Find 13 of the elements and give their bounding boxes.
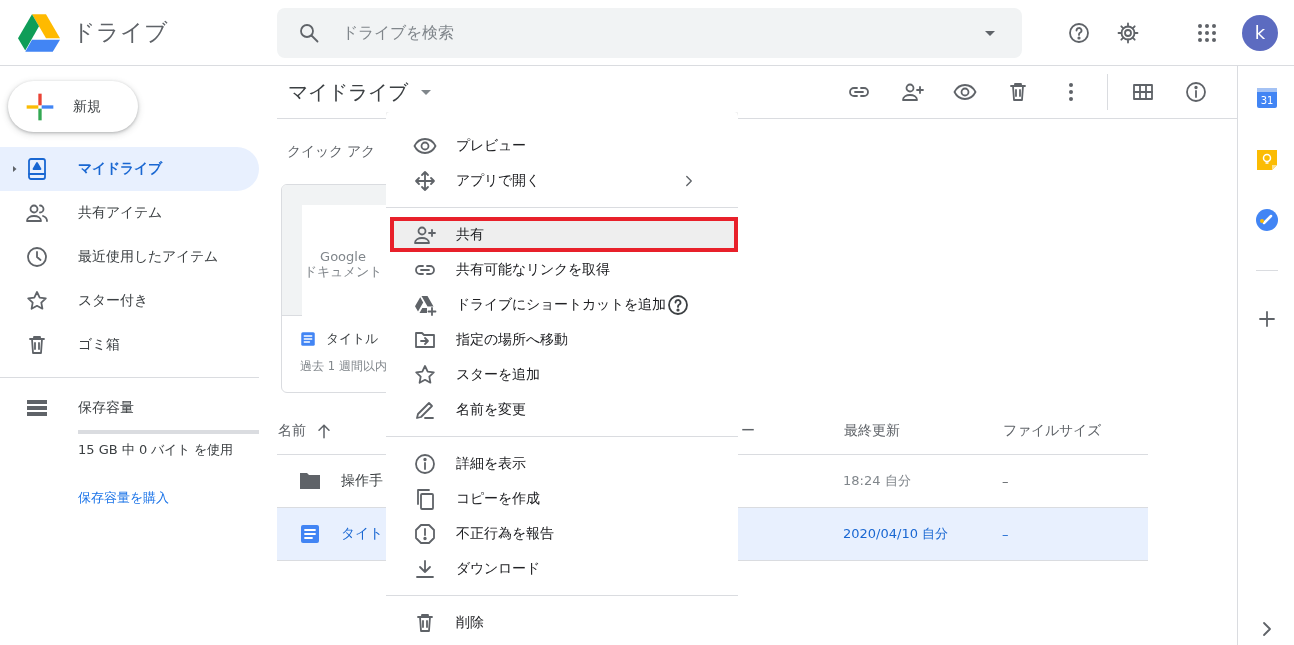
storage-usage: 15 GB 中 0 バイト を使用 — [78, 441, 235, 459]
file-name: タイト — [341, 525, 383, 543]
app-name: ドライブ — [72, 18, 168, 47]
thumbnail-text: Google ドキュメント — [303, 249, 383, 279]
file-size: – — [1002, 526, 1009, 542]
card-subtitle: 過去 1 週間以内 — [300, 359, 388, 374]
file-size: – — [1002, 473, 1009, 489]
card-title: タイトル — [326, 330, 378, 348]
storage-label: 保存容量 — [78, 399, 134, 417]
section-heading: クイック アク — [287, 142, 376, 161]
modified-date: 2020/04/10 自分 — [843, 525, 949, 543]
modified-date: 18:24 自分 — [843, 472, 911, 490]
file-name: 操作手 — [341, 472, 383, 490]
